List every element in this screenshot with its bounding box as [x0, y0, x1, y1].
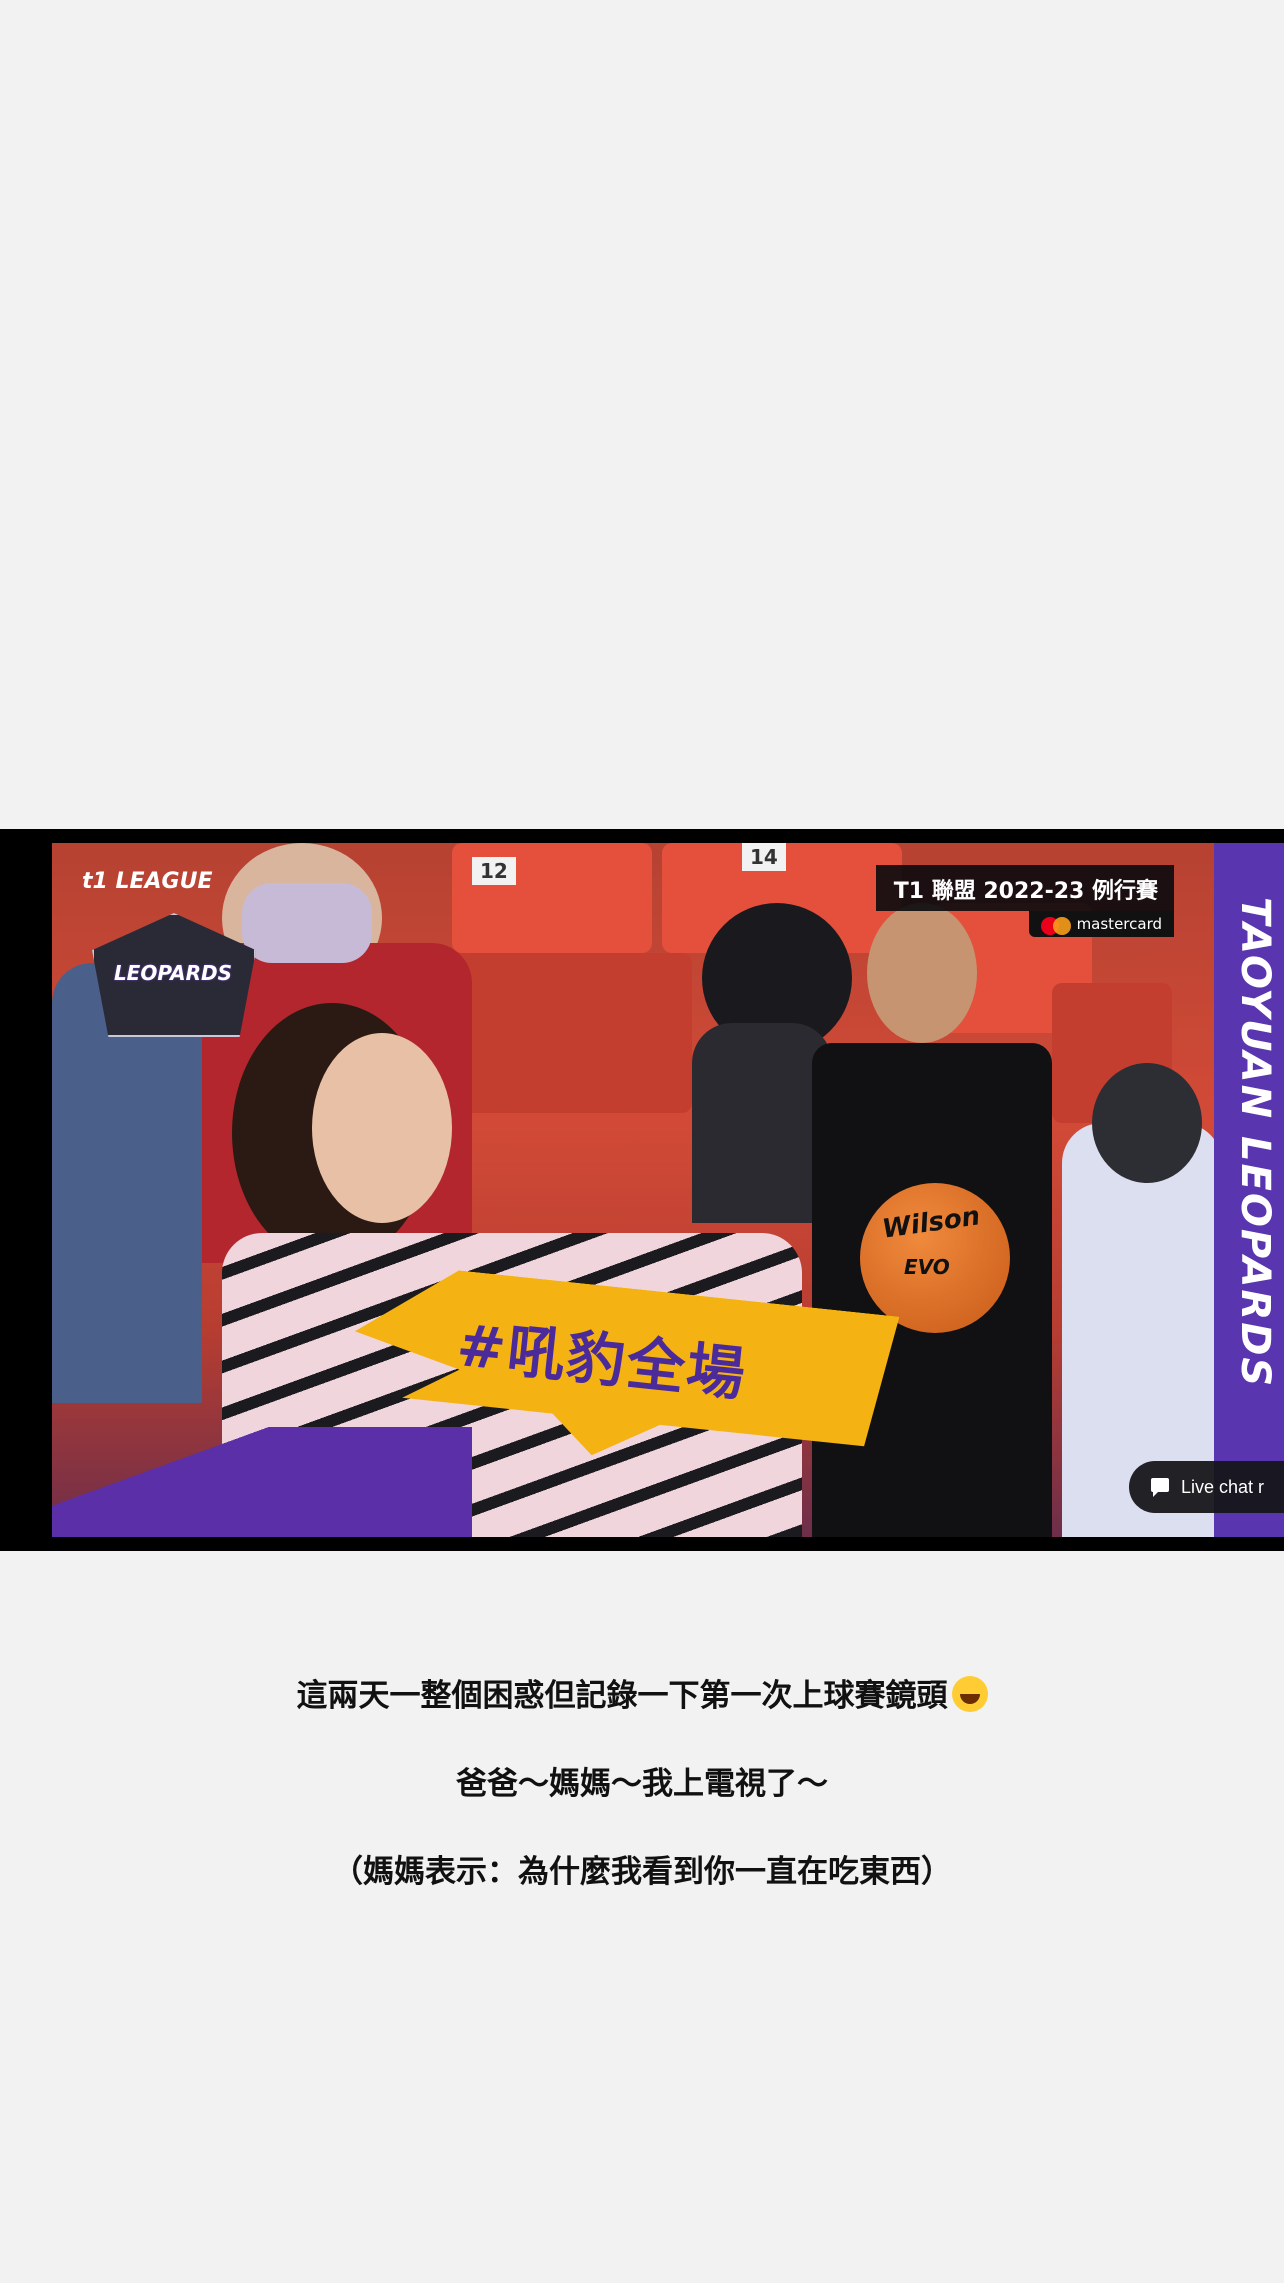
purple-graphic — [52, 1427, 472, 1537]
video-frame[interactable]: 12 14 Wilson EVO #吼豹全場 t1 LEAGUE LEOPARD… — [0, 829, 1284, 1551]
sponsor-label: mastercard — [1076, 915, 1162, 933]
team-side-text: TAOYUAN LEOPARDS — [1232, 897, 1278, 1389]
woman-face — [312, 1033, 452, 1223]
spectator-body — [692, 1023, 832, 1223]
post-caption-line: 這兩天一整個困惑但記錄一下第一次上球賽鏡頭 — [0, 1670, 1284, 1715]
seat-number: 12 — [472, 857, 516, 885]
laughing-emoji-icon — [951, 1676, 988, 1712]
broadcast-title: T1 聯盟 2022-23 例行賽 — [875, 865, 1174, 911]
league-logo-text: t1 LEAGUE — [82, 869, 213, 894]
post-caption-line: 爸爸～媽媽～我上電視了～ — [456, 1766, 828, 1802]
seat-number: 14 — [742, 843, 786, 871]
league-logo: t1 LEAGUE LEOPARDS — [62, 853, 256, 1043]
ball-model-label: EVO — [904, 1255, 950, 1279]
face-mask — [242, 883, 372, 963]
post-caption-line: （媽媽表示：為什麼我看到你一直在吃東西） — [332, 1854, 952, 1890]
live-chat-button[interactable]: Live chat r — [1128, 1461, 1284, 1513]
team-logo-text: LEOPARDS — [113, 961, 233, 985]
sponsor-badge: mastercard — [1028, 911, 1174, 937]
live-chat-label: Live chat r — [1180, 1477, 1264, 1497]
caption-text: 這兩天一整個困惑但記錄一下第一次上球賽鏡頭 — [296, 1678, 948, 1714]
broadcast-scene: 12 14 Wilson EVO #吼豹全場 t1 LEAGUE LEOPARD… — [52, 843, 1284, 1537]
mastercard-icon — [1052, 917, 1071, 935]
spectator-head — [1092, 1063, 1202, 1183]
chat-icon — [1150, 1478, 1169, 1497]
player-head — [867, 903, 977, 1043]
